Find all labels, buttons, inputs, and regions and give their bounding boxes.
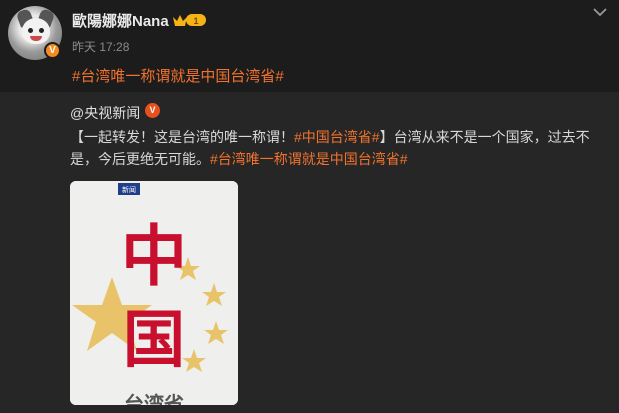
chevron-down-icon[interactable] <box>592 6 608 18</box>
original-author[interactable]: @央视新闻 <box>70 103 140 123</box>
vip-level: 1 <box>193 16 198 26</box>
image-caption: 台湾省 <box>124 392 184 405</box>
text-segment: 【一起转发！这是台湾的唯一称谓！ <box>70 129 294 145</box>
verified-icon: V <box>44 42 61 59</box>
news-logo-label: 新闻 <box>122 185 136 194</box>
image-artwork: 新闻 中 国 台湾省 <box>70 181 238 405</box>
post-hashtag[interactable]: #台湾唯一称谓就是中国台湾省# <box>72 65 284 86</box>
calligraphy-char: 中 <box>121 217 187 295</box>
post-time: 昨天 17:28 <box>72 40 130 54</box>
reposted-content[interactable]: @央视新闻 V 【一起转发！这是台湾的唯一称谓！#中国台湾省#】台湾从来不是一个… <box>0 92 619 413</box>
avatar-eye <box>39 28 44 33</box>
original-text: 【一起转发！这是台湾的唯一称谓！#中国台湾省#】台湾从来不是一个国家，过去不是，… <box>70 126 600 170</box>
hashtag-link[interactable]: #台湾唯一称谓就是中国台湾省# <box>210 151 408 167</box>
weibo-post: V 歐陽娜娜Nana 1 昨天 17:28 #台湾唯一称谓就是中国台湾省# <box>0 0 619 92</box>
avatar-eye <box>28 28 33 33</box>
post-image[interactable]: 新闻 中 国 台湾省 <box>70 181 238 405</box>
verified-icon: V <box>145 103 160 118</box>
vip-crown-icon[interactable]: 1 <box>172 12 208 28</box>
author-name[interactable]: 歐陽娜娜Nana <box>72 10 169 31</box>
hashtag-link[interactable]: #中国台湾省# <box>294 129 380 145</box>
calligraphy-char: 国 <box>123 303 185 376</box>
